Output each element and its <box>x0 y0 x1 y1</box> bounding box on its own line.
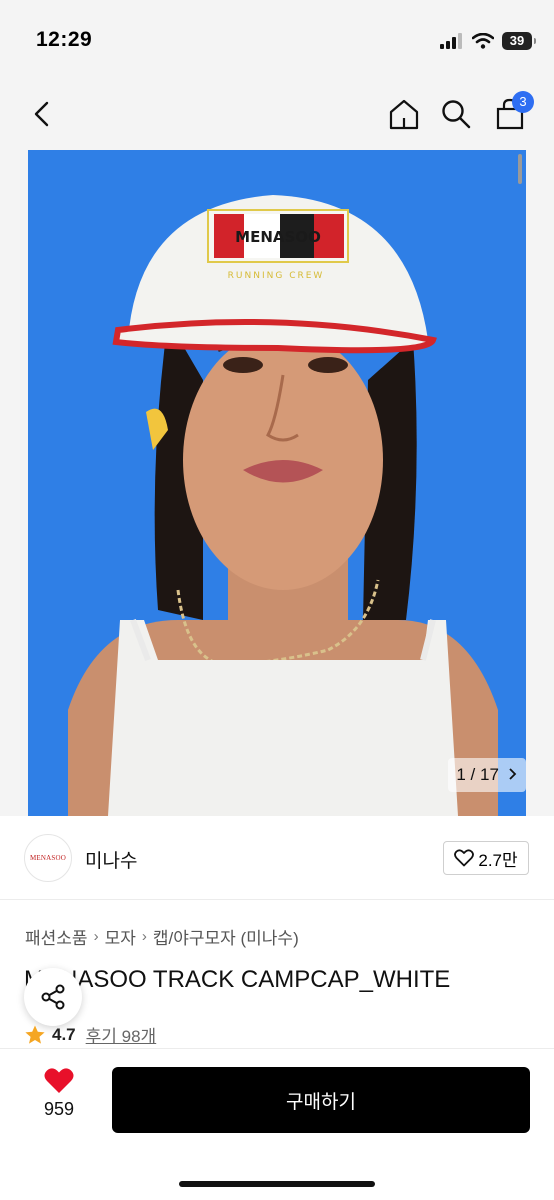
cap-logo-text: MENASOO <box>235 228 321 246</box>
brand-row: MENASOO 미나수 2.7만 <box>0 816 554 900</box>
nav-bar: 3 <box>0 80 554 150</box>
breadcrumb-item[interactable]: 캡/야구모자 (미나수) <box>153 924 299 949</box>
review-link[interactable]: 후기 98개 <box>86 1022 157 1047</box>
back-arrow-icon <box>34 101 49 127</box>
wishlist-count: 959 <box>43 1099 75 1119</box>
brand-like-button[interactable]: 2.7만 <box>443 841 529 875</box>
star-icon <box>25 1025 45 1044</box>
share-button[interactable] <box>24 968 82 1026</box>
breadcrumb-item[interactable]: 패션소품 <box>25 924 88 949</box>
brand-logo[interactable]: MENASOO <box>24 834 72 882</box>
scroll-indicator <box>518 154 522 184</box>
status-icons: 39 <box>440 30 536 52</box>
model-illustration: MENASOO RUNNING CREW <box>28 150 526 816</box>
breadcrumb: 패션소품 › 모자 › 캡/야구모자 (미나수) <box>25 924 299 949</box>
search-icon <box>442 100 471 129</box>
home-indicator <box>179 1181 375 1187</box>
buy-button[interactable]: 구매하기 <box>112 1067 530 1133</box>
chevron-right-icon <box>509 768 516 780</box>
search-button[interactable] <box>434 92 478 136</box>
heart-filled-icon <box>44 1068 74 1093</box>
breadcrumb-item[interactable]: 모자 <box>105 924 136 949</box>
brand-like-count: 2.7만 <box>478 850 518 870</box>
status-bar: 12:29 39 <box>0 0 554 80</box>
product-photo[interactable]: MENASOO RUNNING CREW <box>28 150 526 816</box>
status-time: 12:29 <box>36 28 93 51</box>
heart-outline-icon <box>454 849 475 867</box>
bottom-purchase-bar: 959 구매하기 <box>0 1048 554 1200</box>
brand-name[interactable]: 미나수 <box>85 846 137 873</box>
product-title: MENASOO TRACK CAMPCAP_WHITE <box>24 966 451 993</box>
rating-row: 4.7 후기 98개 <box>24 1022 156 1047</box>
page-counter-text: 1 / 17 <box>456 765 499 784</box>
cart-count-badge: 3 <box>512 91 534 113</box>
signal-icon <box>440 33 462 49</box>
brand-logo-text: MENASOO <box>29 854 66 862</box>
cart-button[interactable]: 3 <box>488 91 534 136</box>
home-icon <box>389 99 419 130</box>
cap-sub-text: RUNNING CREW <box>228 271 325 281</box>
battery-indicator: 39 <box>502 32 536 50</box>
wifi-icon <box>472 33 494 49</box>
share-icon <box>41 984 65 1010</box>
home-button[interactable] <box>382 92 426 136</box>
image-page-counter[interactable]: 1 / 17 <box>448 758 526 792</box>
product-gallery[interactable]: MENASOO RUNNING CREW 1 / 17 <box>0 150 554 816</box>
back-button[interactable] <box>20 92 64 136</box>
wishlist-button[interactable]: 959 <box>28 1067 90 1137</box>
chevron-right-icon: › <box>141 928 147 945</box>
rating-value: 4.7 <box>52 1024 76 1044</box>
chevron-right-icon: › <box>93 928 99 945</box>
